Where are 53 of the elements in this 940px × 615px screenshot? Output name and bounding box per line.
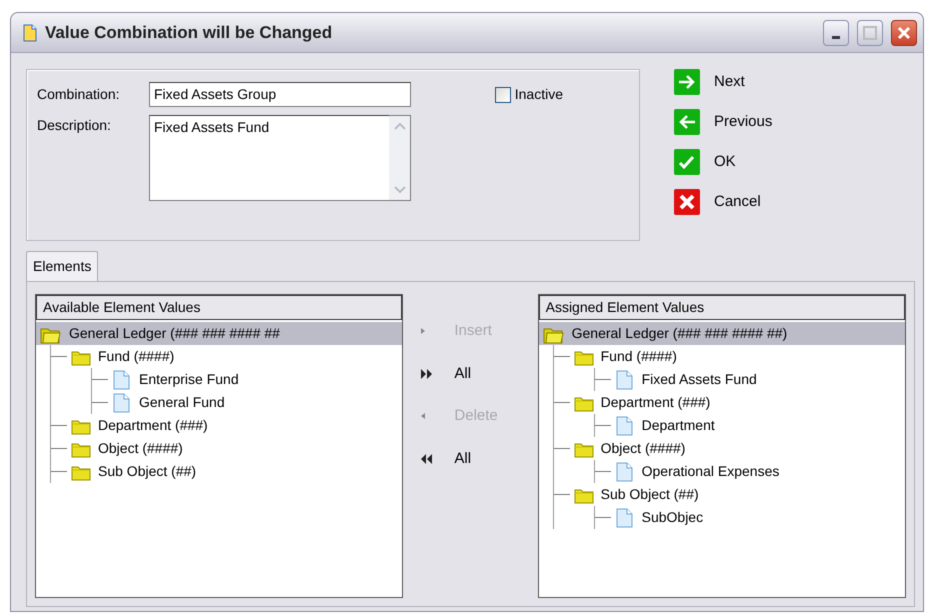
tree-item[interactable]: Department [594, 414, 905, 437]
ok-button[interactable]: OK [674, 149, 772, 175]
previous-button[interactable]: Previous [674, 109, 772, 135]
check-icon [674, 149, 700, 175]
document-icon [614, 416, 635, 436]
combination-field[interactable]: Fixed Assets Group [149, 82, 411, 107]
column-header: Available Element Values [36, 295, 402, 320]
document-icon [112, 392, 132, 412]
tree-item[interactable]: General Ledger (### ### #### ## [36, 322, 402, 345]
document-icon [614, 508, 635, 528]
combination-label: Combination: [37, 85, 120, 104]
document-icon [614, 462, 635, 482]
tree-item[interactable]: Fund (####) [554, 345, 905, 368]
arrow-left-icon [674, 109, 700, 135]
tree-item[interactable]: Enterprise Fund [92, 368, 402, 391]
tab[interactable]: Elements [26, 251, 98, 281]
column-header: Assigned Element Values [538, 295, 905, 320]
close-icon [674, 189, 700, 215]
tree-item[interactable]: Fixed Assets Fund [594, 368, 905, 391]
remove-button[interactable]: All [421, 448, 538, 470]
add-button[interactable]: All [421, 362, 538, 385]
description-field[interactable]: Fixed Assets Fund [149, 115, 389, 201]
description-label: Description: [37, 116, 112, 135]
inactive-label: Inactive [514, 85, 563, 104]
next-button[interactable]: Next [674, 69, 772, 95]
tree-item[interactable]: Object (####) [51, 437, 402, 460]
cancel-button[interactable]: Cancel [674, 189, 772, 215]
document-icon [23, 24, 37, 42]
chevron-right-icon [421, 328, 426, 334]
maximize-button[interactable] [857, 20, 883, 46]
tree-item[interactable]: Department (###) [554, 391, 905, 414]
tree-item[interactable]: General Fund [92, 391, 402, 414]
tree-item[interactable]: Sub Object (##) [51, 460, 402, 483]
double-chevron-left-icon [421, 454, 432, 464]
document-icon [112, 370, 132, 390]
chevron-left-icon [421, 413, 426, 420]
tree-item[interactable]: Object (####) [554, 437, 905, 460]
tree-item[interactable]: Department (###) [51, 414, 402, 437]
tree-item[interactable]: SubObjec [594, 506, 905, 529]
tree-item[interactable]: Sub Object (##) [554, 483, 905, 506]
scrollbar[interactable] [389, 115, 411, 201]
close-button[interactable] [891, 20, 917, 46]
close-icon [896, 24, 912, 40]
tree-item[interactable]: Operational Expenses [594, 460, 905, 483]
minimize-button[interactable] [823, 20, 849, 46]
document-icon [614, 370, 635, 390]
tree-item[interactable]: Fund (####) [51, 345, 402, 368]
maximize-icon [863, 26, 877, 40]
tree-item[interactable]: General Ledger (### ### #### ##) [538, 322, 905, 345]
minimize-icon [832, 36, 840, 39]
arrow-right-icon [674, 69, 700, 95]
double-chevron-right-icon [421, 368, 432, 379]
window-title: Value Combination will be Changed [45, 22, 334, 44]
